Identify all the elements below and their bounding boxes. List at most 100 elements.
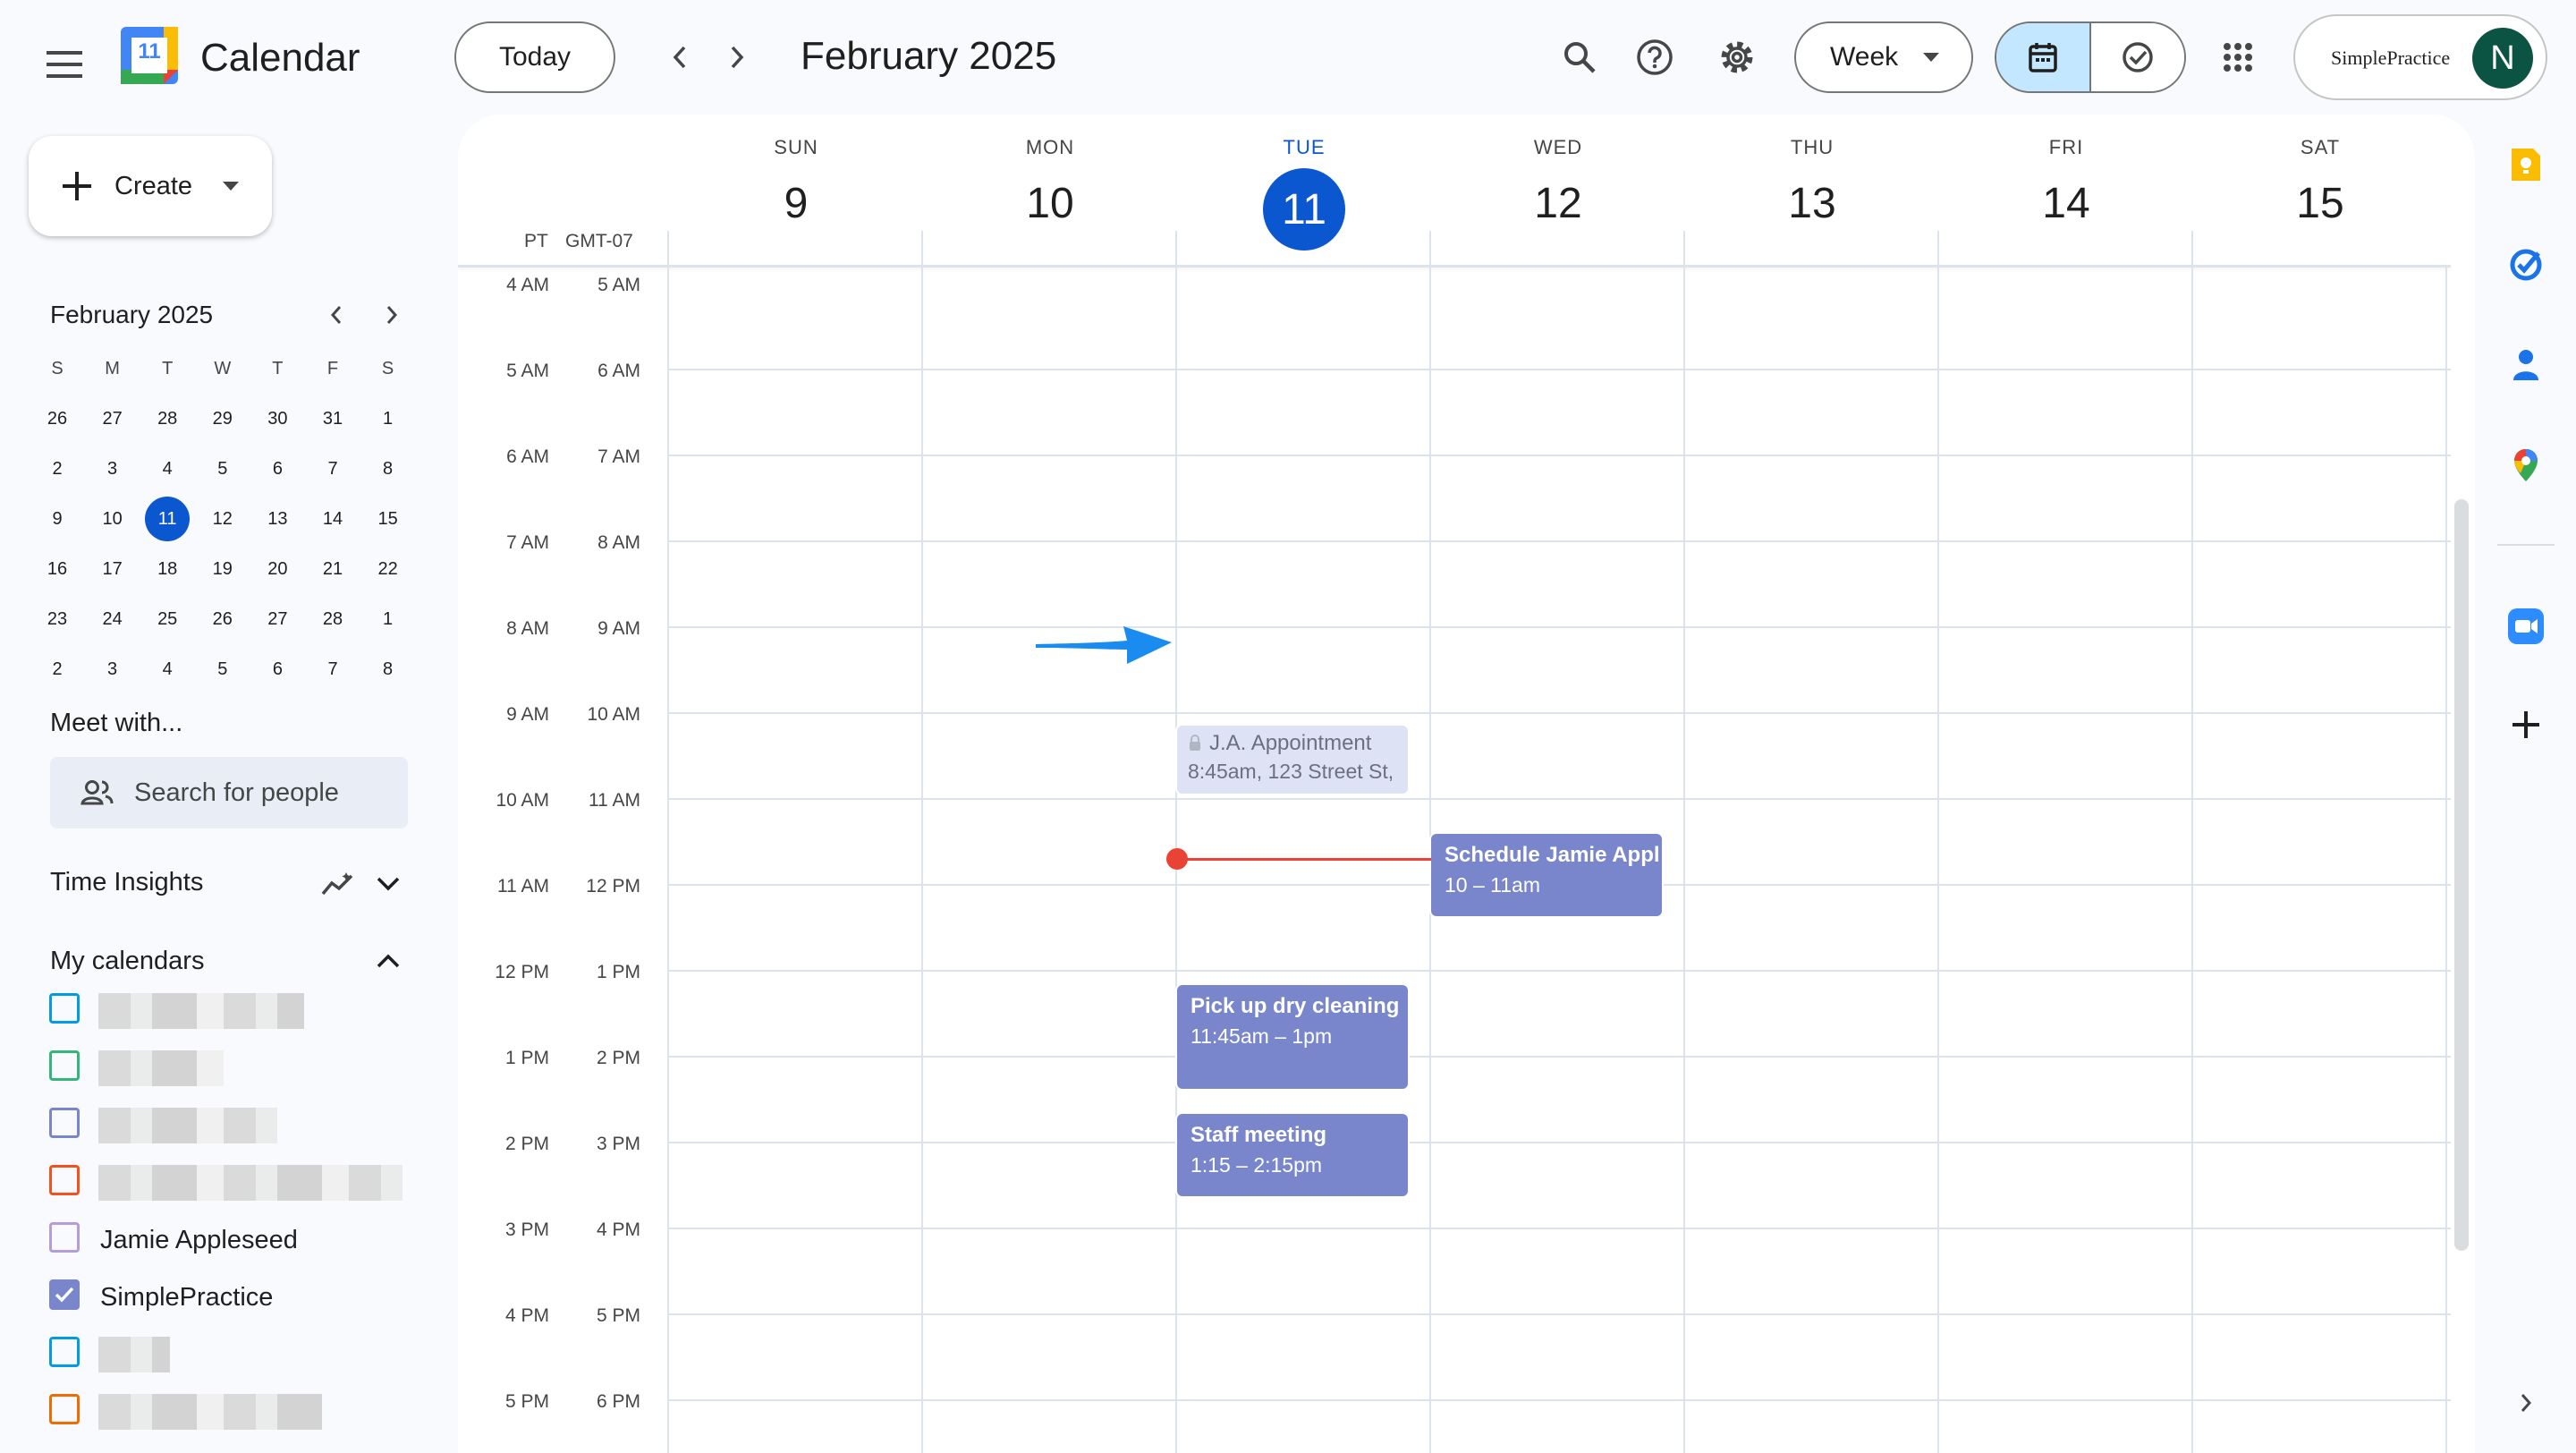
help-button[interactable]	[1631, 34, 1678, 81]
zoom-button[interactable]	[2504, 605, 2547, 648]
time-insights-sparkle-button[interactable]	[318, 864, 358, 904]
mini-calendar-day[interactable]: 3	[86, 444, 140, 494]
vertical-scrollbar[interactable]	[2454, 499, 2469, 1251]
account-switcher[interactable]: SimplePractice N	[2293, 14, 2547, 100]
day-number[interactable]: 9	[669, 179, 923, 228]
view-selector[interactable]: Week	[1794, 21, 1973, 93]
calendar-checkbox[interactable]	[49, 1394, 80, 1424]
day-number[interactable]: 10	[923, 179, 1177, 228]
calendar-list-item[interactable]	[36, 1041, 429, 1095]
today-button[interactable]: Today	[454, 21, 615, 93]
day-number-today[interactable]: 11	[1263, 168, 1345, 251]
day-number[interactable]: 14	[1939, 179, 2193, 228]
day-number[interactable]: 12	[1431, 179, 1685, 228]
next-week-button[interactable]	[716, 36, 758, 79]
calendar-checkbox[interactable]	[49, 1337, 80, 1367]
mini-calendar-day[interactable]: 5	[196, 444, 250, 494]
calendar-list-item[interactable]: Jamie Appleseed	[36, 1213, 429, 1267]
mini-calendar-day[interactable]: 22	[361, 544, 415, 594]
mini-calendar-day[interactable]: 29	[196, 394, 250, 444]
calendar-list-item[interactable]	[36, 1328, 429, 1381]
my-calendars-heading[interactable]: My calendars	[50, 947, 204, 976]
day-number[interactable]: 15	[2193, 179, 2447, 228]
settings-button[interactable]	[1714, 34, 1760, 81]
search-people-input[interactable]: Search for people	[50, 757, 408, 828]
mini-calendar-day[interactable]: 5	[196, 644, 250, 694]
event-ja-appointment[interactable]: J.A. Appointment 8:45am, 123 Street St,	[1175, 724, 1410, 795]
timezone-gmt-label: GMT-07	[565, 231, 633, 251]
mini-calendar-day[interactable]: 24	[86, 594, 140, 644]
mini-calendar-day[interactable]: 13	[250, 494, 304, 544]
mini-calendar-day[interactable]: 28	[140, 394, 194, 444]
mini-calendar-day[interactable]: 21	[306, 544, 360, 594]
google-apps-button[interactable]	[2215, 34, 2261, 81]
mini-calendar-day[interactable]: 15	[361, 494, 415, 544]
my-calendars-collapse-button[interactable]	[369, 941, 408, 981]
mini-calendar-day[interactable]: 12	[196, 494, 250, 544]
add-addon-button[interactable]	[2504, 703, 2547, 746]
mini-calendar-day[interactable]: 14	[306, 494, 360, 544]
mini-calendar-day[interactable]: 19	[196, 544, 250, 594]
tasks-view-toggle[interactable]	[2091, 23, 2184, 91]
mini-calendar-day[interactable]: 9	[30, 494, 84, 544]
mini-calendar-day[interactable]: 2	[30, 444, 84, 494]
mini-calendar-day[interactable]: 28	[306, 594, 360, 644]
mini-calendar-prev-button[interactable]	[320, 299, 352, 331]
mini-calendar-day[interactable]: 8	[361, 444, 415, 494]
calendar-logo[interactable]: 11	[121, 27, 178, 84]
calendar-list-item[interactable]	[36, 1385, 429, 1439]
calendar-checkbox[interactable]	[49, 1108, 80, 1138]
calendar-list-item[interactable]	[36, 984, 429, 1038]
calendar-checkbox[interactable]	[49, 1165, 80, 1195]
contacts-button[interactable]	[2504, 344, 2547, 387]
mini-calendar-day[interactable]: 26	[196, 594, 250, 644]
mini-calendar-day[interactable]: 18	[140, 544, 194, 594]
mini-calendar-next-button[interactable]	[376, 299, 408, 331]
calendar-checkbox[interactable]	[49, 1222, 80, 1253]
mini-calendar-day[interactable]: 30	[250, 394, 304, 444]
mini-calendar-day[interactable]: 6	[250, 444, 304, 494]
mini-calendar-day[interactable]: 7	[306, 444, 360, 494]
mini-calendar-day[interactable]: 8	[361, 644, 415, 694]
mini-calendar-day[interactable]: 6	[250, 644, 304, 694]
calendar-checkbox[interactable]	[49, 1279, 80, 1310]
mini-calendar-day[interactable]: 4	[140, 644, 194, 694]
tasks-button[interactable]	[2504, 243, 2547, 286]
mini-calendar-day[interactable]: 11	[140, 494, 194, 544]
mini-calendar-day[interactable]: 27	[86, 394, 140, 444]
expand-side-panel-button[interactable]	[2504, 1381, 2547, 1424]
mini-calendar-day[interactable]: 3	[86, 644, 140, 694]
create-button[interactable]: Create	[29, 136, 272, 236]
mini-calendar-day[interactable]: 25	[140, 594, 194, 644]
search-button[interactable]	[1556, 34, 1603, 81]
header-column-divider	[1429, 231, 1431, 267]
calendar-list-item[interactable]	[36, 1156, 429, 1210]
previous-week-button[interactable]	[658, 36, 701, 79]
maps-button[interactable]	[2504, 444, 2547, 487]
mini-calendar-day[interactable]: 23	[30, 594, 84, 644]
main-menu-button[interactable]	[36, 36, 93, 93]
calendar-checkbox[interactable]	[49, 993, 80, 1024]
calendar-checkbox[interactable]	[49, 1050, 80, 1081]
keep-button[interactable]	[2504, 143, 2547, 186]
calendar-view-toggle[interactable]	[1996, 23, 2091, 91]
mini-calendar-day[interactable]: 2	[30, 644, 84, 694]
mini-calendar-day[interactable]: 16	[30, 544, 84, 594]
mini-calendar-day[interactable]: 27	[250, 594, 304, 644]
calendar-list-item[interactable]	[36, 1099, 429, 1152]
mini-calendar-day[interactable]: 26	[30, 394, 84, 444]
mini-calendar-day[interactable]: 1	[361, 594, 415, 644]
mini-calendar-day[interactable]: 20	[250, 544, 304, 594]
day-number[interactable]: 13	[1685, 179, 1939, 228]
mini-calendar-day[interactable]: 1	[361, 394, 415, 444]
mini-calendar-day[interactable]: 4	[140, 444, 194, 494]
calendar-list-item[interactable]: SimplePractice	[36, 1270, 429, 1324]
time-insights-expand-button[interactable]	[369, 864, 408, 904]
mini-calendar-day[interactable]: 17	[86, 544, 140, 594]
mini-calendar-day[interactable]: 31	[306, 394, 360, 444]
event-staff-meeting[interactable]: Staff meeting 1:15 – 2:15pm	[1175, 1112, 1410, 1198]
mini-calendar-day[interactable]: 7	[306, 644, 360, 694]
event-dry-cleaning[interactable]: Pick up dry cleaning 11:45am – 1pm	[1175, 983, 1410, 1091]
mini-calendar-day[interactable]: 10	[86, 494, 140, 544]
event-schedule-jamie[interactable]: Schedule Jamie Appl 10 – 11am	[1429, 832, 1664, 918]
